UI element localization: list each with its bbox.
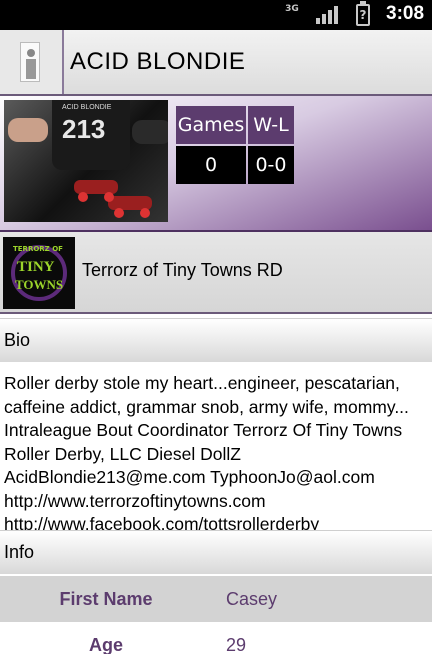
photo-jersey-name: ACID BLONDIE — [62, 104, 112, 111]
signal-strength-icon — [316, 6, 340, 24]
bio-section-header: Bio — [0, 318, 432, 362]
status-bar: 3G ? 3:08 — [0, 0, 432, 30]
info-row-first-name: First Name Casey — [0, 576, 432, 622]
app-header: ACID BLONDIE — [0, 30, 432, 96]
wl-value: 0-0 — [248, 146, 294, 184]
team-name: Terrorz of Tiny Towns RD — [82, 260, 283, 280]
network-type-icon: 3G — [285, 4, 299, 14]
battery-icon: ? — [356, 1, 370, 26]
info-header-label: Info — [4, 542, 35, 562]
bio-header-label: Bio — [4, 330, 31, 350]
info-section-header: Info — [0, 530, 432, 574]
team-row[interactable]: TERRORZ OF TINY TOWNS Terrorz of Tiny To… — [0, 232, 432, 314]
info-label: First Name — [59, 589, 153, 609]
skater-photo[interactable]: ACID BLONDIE 213 — [4, 100, 168, 222]
status-clock: 3:08 — [386, 3, 425, 24]
page-title: ACID BLONDIE — [70, 48, 246, 75]
games-header: Games — [176, 106, 246, 144]
skater-figure-icon — [20, 42, 40, 82]
info-value: 29 — [226, 635, 247, 654]
team-logo: TERRORZ OF TINY TOWNS — [3, 237, 75, 309]
info-row-age: Age 29 — [0, 622, 432, 654]
photo-jersey-number: 213 — [62, 114, 106, 144]
wl-header: W-L — [248, 106, 294, 144]
games-value: 0 — [176, 146, 246, 184]
info-label: Age — [88, 635, 123, 654]
info-value: Casey — [226, 589, 278, 609]
bio-text: Roller derby stole my heart...engineer, … — [4, 373, 409, 534]
skater-thumbnail[interactable] — [0, 30, 64, 94]
